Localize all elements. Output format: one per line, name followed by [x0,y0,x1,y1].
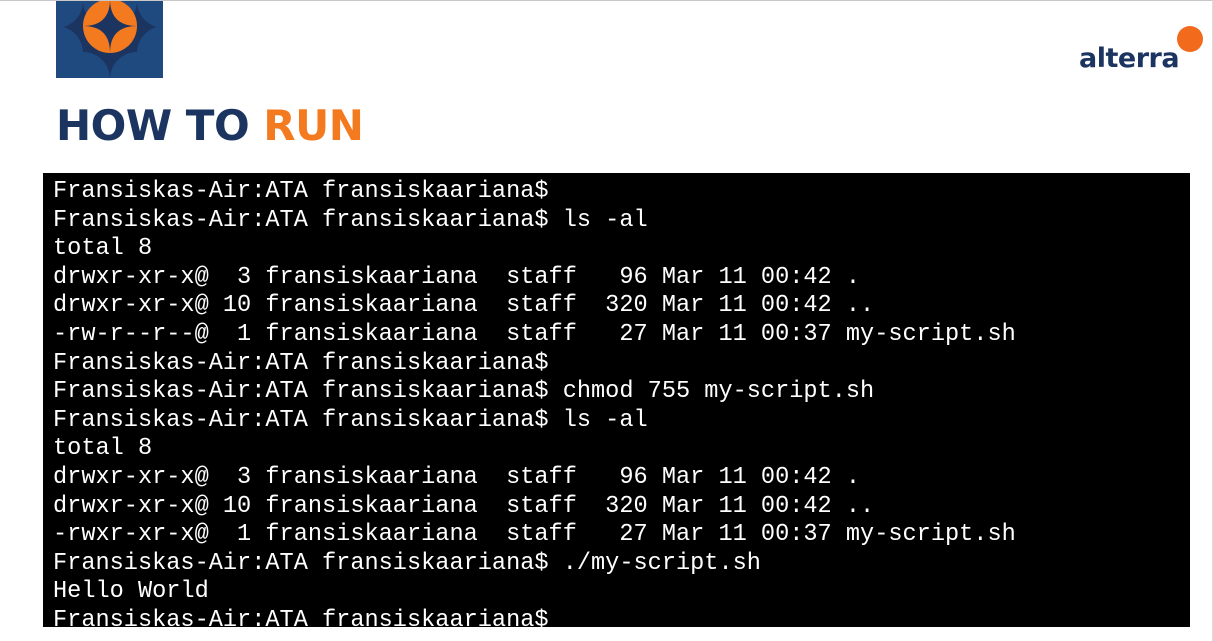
terminal-line: Fransiskas-Air:ATA fransiskaariana$ [53,178,549,205]
terminal-line: Hello World [53,578,209,606]
terminal-line: Fransiskas-Air:ATA fransiskaariana$ ls -… [53,206,648,234]
terminal-line: drwxr-xr-x@ 3 fransiskaariana staff 96 M… [53,463,861,491]
terminal-line: drwxr-xr-x@ 10 fransiskaariana staff 320… [53,292,875,320]
title-part1: HOW TO [56,101,264,150]
terminal-line: -rw-r--r--@ 1 fransiskaariana staff 27 M… [53,320,1016,348]
title-accent: RUN [263,101,364,150]
star-pattern-icon [56,1,163,78]
brand-wordmark: alterra [1079,43,1180,74]
terminal-line: Fransiskas-Air:ATA fransiskaariana$ ./my… [53,549,761,577]
terminal-line: Fransiskas-Air:ATA fransiskaariana$ [53,606,549,627]
pattern-logo [56,1,163,78]
terminal-line: -rwxr-xr-x@ 1 fransiskaariana staff 27 M… [53,521,1016,549]
terminal-line: drwxr-xr-x@ 10 fransiskaariana staff 320… [53,492,875,520]
terminal-output: Fransiskas-Air:ATA fransiskaariana$ Frans… [43,173,1190,627]
terminal-line: total 8 [53,435,153,463]
page-title: HOW TO RUN [56,101,364,150]
terminal-screenshot: Fransiskas-Air:ATA fransiskaariana$ Frans… [43,173,1190,627]
terminal-line: Fransiskas-Air:ATA fransiskaariana$ chmo… [53,378,875,406]
terminal-line: Fransiskas-Air:ATA fransiskaariana$ [53,349,549,377]
terminal-line: drwxr-xr-x@ 3 fransiskaariana staff 96 M… [53,263,861,291]
alterra-logo: alterra [1079,23,1209,83]
terminal-line: total 8 [53,235,153,263]
terminal-line: Fransiskas-Air:ATA fransiskaariana$ ls -… [53,406,648,434]
brand-dot-icon [1177,26,1203,52]
